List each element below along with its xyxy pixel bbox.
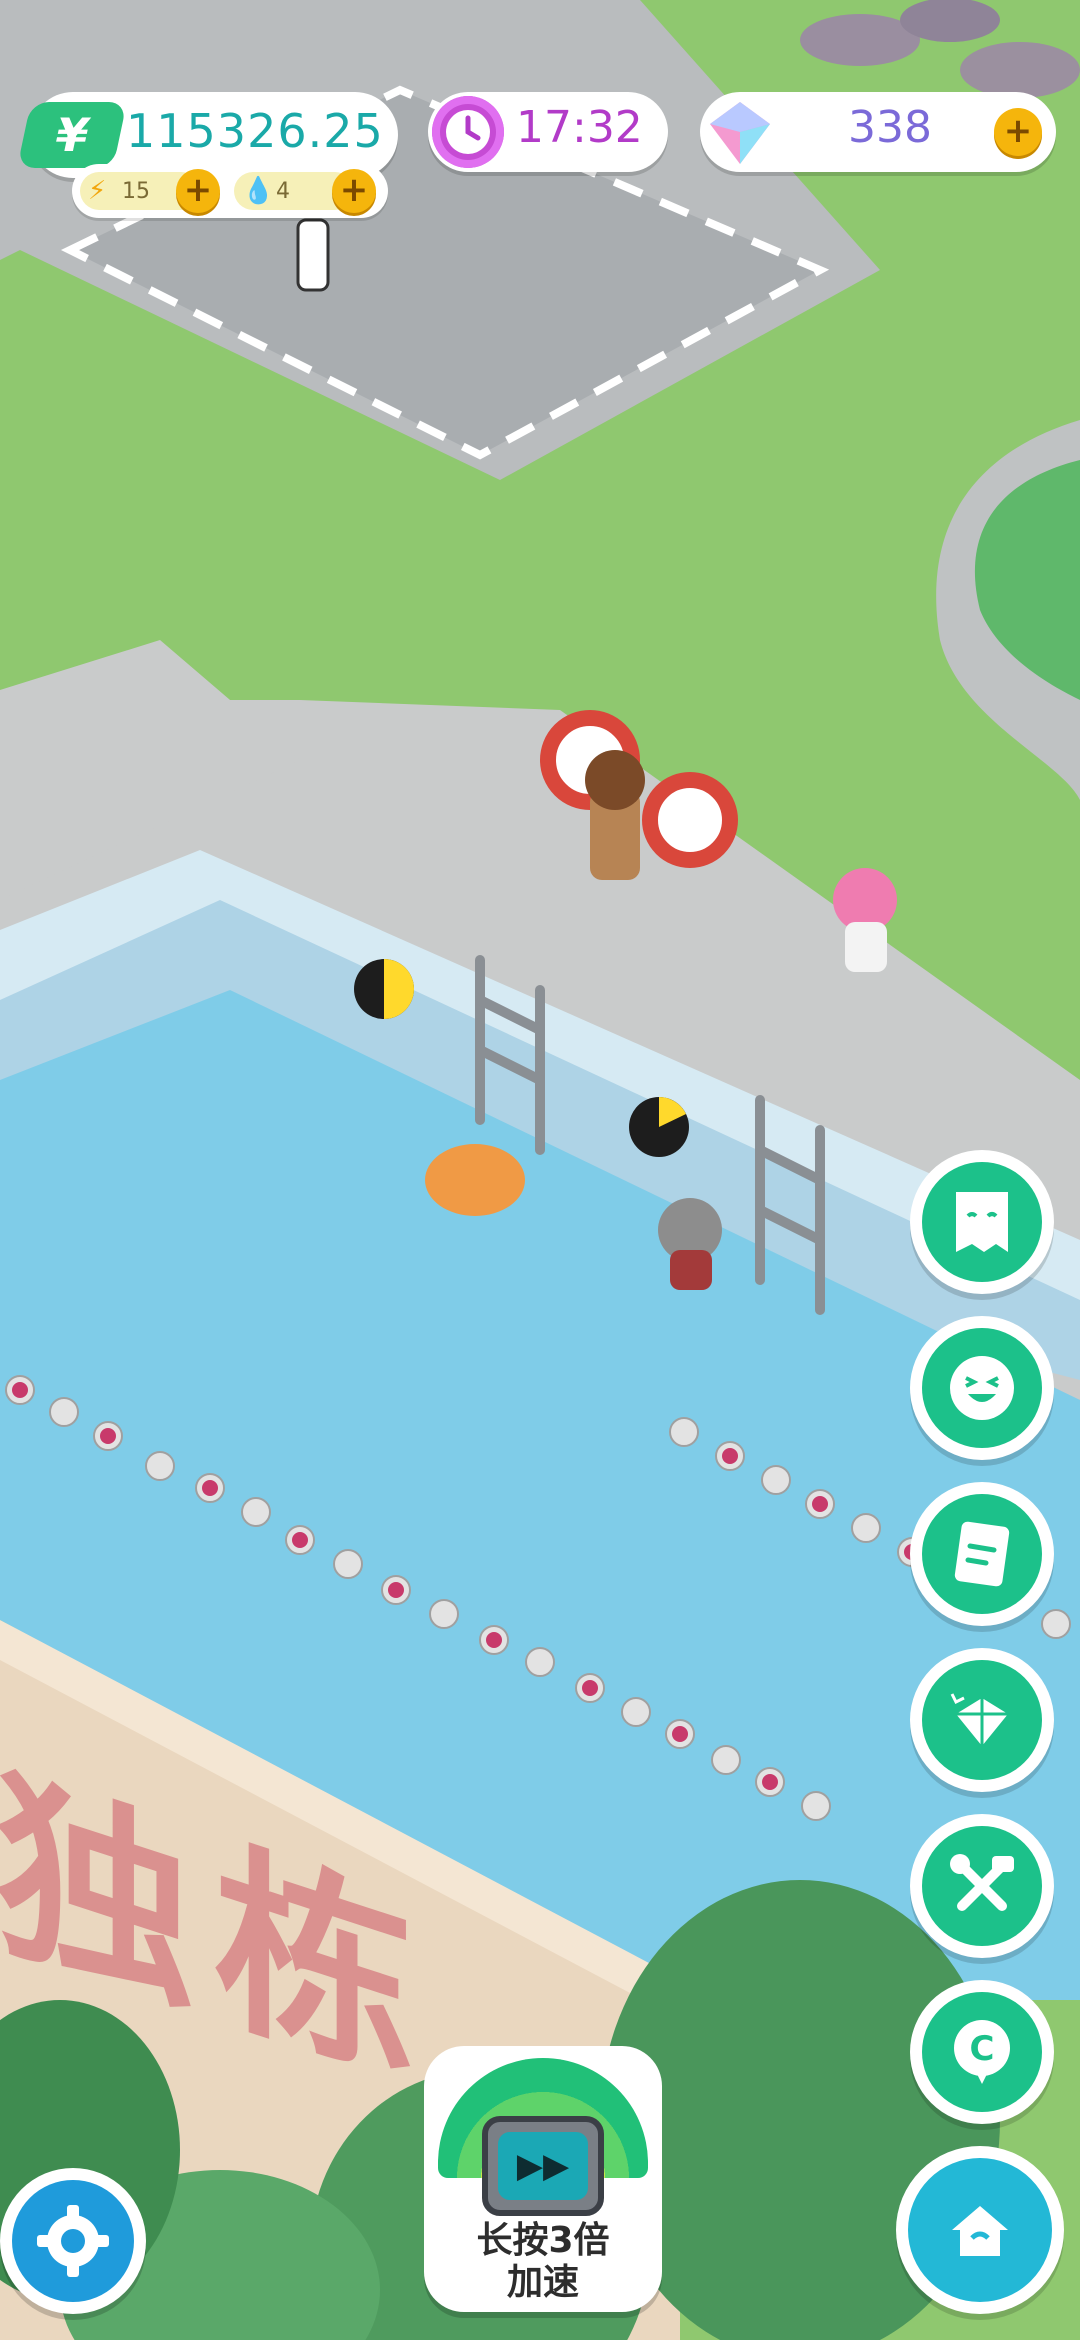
speed-up-label: 长按3倍 加速 <box>424 2220 662 2304</box>
money-icon: ¥ <box>16 102 128 168</box>
game-clock: 17:32 <box>428 92 668 172</box>
home-icon <box>952 2206 1008 2256</box>
add-gems-button[interactable]: + <box>994 108 1042 156</box>
lightning-icon: ⚡ <box>88 176 107 206</box>
water-drop-icon: 💧 <box>242 176 275 206</box>
add-energy-button[interactable]: + <box>176 169 220 213</box>
chat-coupon-button[interactable]: C <box>910 1980 1054 2124</box>
water-value: 4 <box>276 179 290 204</box>
speed-up-button[interactable]: ▶▶ 长按3倍 加速 <box>424 2046 662 2312</box>
gear-icon <box>37 2205 109 2277</box>
settings-button[interactable] <box>0 2168 146 2314</box>
gem-display: 338 + <box>700 92 1056 172</box>
notebook-icon <box>954 1521 1010 1587</box>
progress-timer-icon <box>629 1097 689 1157</box>
gem-shop-button[interactable] <box>910 1648 1054 1792</box>
gem-icon <box>950 1693 1008 1746</box>
wrench-hammer-icon <box>950 1854 1014 1911</box>
money-amount: 115326.25 <box>126 104 384 158</box>
gem-count: 338 <box>848 102 932 153</box>
add-water-button[interactable]: + <box>332 169 376 213</box>
speed-up-line2: 加速 <box>506 2262 579 2303</box>
energy-value: 15 <box>122 179 150 204</box>
laughing-face-icon <box>950 1356 1014 1420</box>
svg-text:C: C <box>970 2029 995 2069</box>
tools-button[interactable] <box>910 1814 1054 1958</box>
resource-bar: ⚡ 15 + 💧 4 + <box>72 164 388 218</box>
speed-up-line1: 长按3倍 <box>476 2220 610 2261</box>
notes-button[interactable] <box>910 1482 1054 1626</box>
clock-icon <box>432 96 504 168</box>
home-button[interactable] <box>896 2146 1064 2314</box>
emoji-button[interactable] <box>910 1316 1054 1460</box>
ghost-paper-icon <box>956 1192 1008 1252</box>
tv-fast-forward-icon: ▶▶ <box>482 2116 604 2216</box>
c-chat-icon: C <box>954 2020 1010 2084</box>
ghost-task-button[interactable] <box>910 1150 1054 1294</box>
progress-timer-icon <box>354 959 414 1019</box>
diamond-icon <box>710 102 770 164</box>
clock-time: 17:32 <box>516 102 643 153</box>
